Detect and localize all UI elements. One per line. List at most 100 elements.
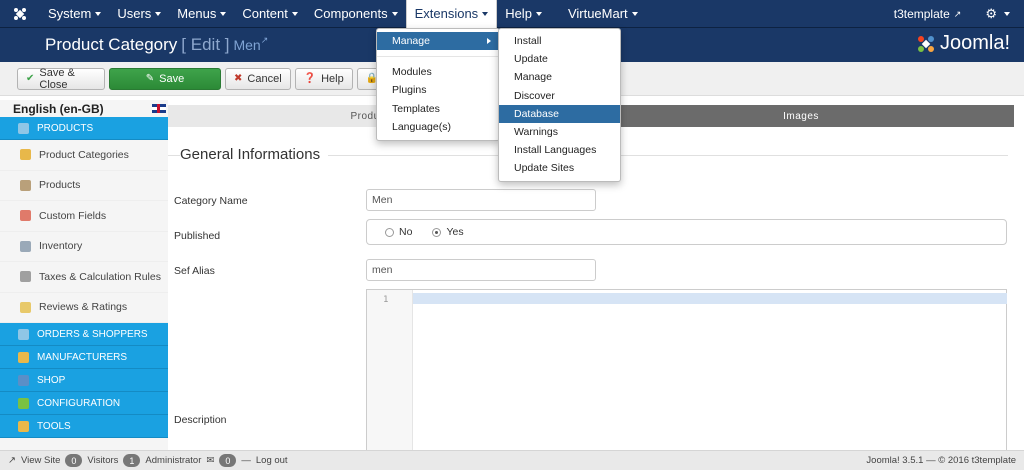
administrator-label: Administrator (145, 455, 202, 466)
products-icon (18, 122, 29, 134)
submenu-item-warnings[interactable]: Warnings (499, 123, 620, 141)
config-icon (18, 397, 29, 409)
sef-alias-label: Sef Alias (174, 265, 215, 277)
comments-icon (20, 301, 31, 313)
cancel-icon: ✖ (234, 73, 243, 84)
save-close-button[interactable]: ✔ Save & Close (17, 67, 105, 91)
joomla-logo-icon (917, 35, 934, 52)
caret-down-icon (482, 11, 489, 16)
caret-down-icon (95, 11, 102, 16)
check-icon: ✔ (26, 73, 35, 84)
status-footer: ↗ View Site 0 Visitors 1 Administrator ✉… (0, 450, 1024, 470)
menu-system[interactable]: System (40, 0, 109, 28)
joomla-logo-icon[interactable] (0, 0, 40, 28)
sidebar-section-tools[interactable]: TOOLS (0, 415, 168, 438)
caret-down-icon (220, 11, 227, 16)
tab-images[interactable]: Images (588, 105, 1014, 127)
category-name-input[interactable]: Men (366, 189, 596, 211)
sef-alias-input[interactable]: men (366, 259, 596, 281)
sidebar-section-orders[interactable]: ORDERS & SHOPPERS (0, 323, 168, 346)
published-no-option[interactable]: No (385, 226, 412, 238)
sidebar-item-product-categories[interactable]: Product Categories (0, 140, 168, 171)
folder-icon (20, 149, 31, 161)
published-radio-group: No Yes (366, 219, 1007, 245)
sidebar-item-reviews[interactable]: Reviews & Ratings (0, 293, 168, 323)
messages-badge: 0 (219, 454, 237, 467)
joomla-brand-logo: Joomla! (916, 32, 1010, 55)
caret-down-icon (155, 11, 162, 16)
caret-down-icon (535, 11, 542, 16)
submenu-item-install-languages[interactable]: Install Languages (499, 141, 620, 159)
radio-checked-icon (432, 227, 442, 237)
description-editor[interactable]: 1 (366, 289, 1007, 451)
cancel-button[interactable]: ✖ Cancel (225, 67, 291, 90)
menu-content[interactable]: Content (234, 0, 306, 28)
submenu-item-manage[interactable]: Manage (499, 68, 620, 86)
orders-icon (18, 328, 29, 340)
question-icon: ❓ (303, 73, 317, 84)
submenu-item-update-sites[interactable]: Update Sites (499, 159, 620, 177)
user-menu[interactable]: ⚙ (971, 6, 1024, 22)
language-indicator: English (en-GB) (0, 100, 168, 117)
menu-users[interactable]: Users (109, 0, 169, 28)
sidebar-item-inventory[interactable]: Inventory (0, 232, 168, 262)
gear-icon: ⚙ (985, 6, 997, 21)
menu-item-modules[interactable]: Modules (377, 63, 499, 81)
published-yes-option[interactable]: Yes (432, 226, 464, 238)
submenu-item-install[interactable]: Install (499, 32, 620, 50)
editor-active-line (413, 293, 1007, 304)
external-link-icon: ↗ (953, 8, 962, 19)
view-site-link[interactable]: View Site (21, 455, 60, 466)
menu-components[interactable]: Components (306, 0, 406, 28)
section-title: General Informations (180, 146, 329, 163)
visitors-badge: 0 (65, 454, 83, 467)
menu-virtuemart[interactable]: VirtueMart (560, 0, 646, 28)
submenu-item-database[interactable]: Database (499, 104, 620, 123)
caret-right-icon (487, 38, 491, 44)
envelope-icon[interactable]: ✉ (206, 455, 214, 466)
menu-item-templates[interactable]: Templates (377, 100, 499, 118)
manage-submenu: Install Update Manage Discover Database … (498, 28, 621, 182)
menu-menus[interactable]: Menus (169, 0, 234, 28)
save-button[interactable]: ✎ Save (109, 67, 221, 90)
category-name-label: Category Name (174, 195, 248, 207)
submenu-item-update[interactable]: Update (499, 50, 620, 68)
uk-flag-icon (152, 104, 166, 113)
sidebar-section-manufacturers[interactable]: MANUFACTURERS (0, 346, 168, 369)
shop-icon (18, 374, 29, 386)
extensions-dropdown: Manage Modules Plugins Templates Languag… (376, 28, 500, 141)
menu-help[interactable]: Help (497, 0, 550, 28)
caret-down-icon (391, 11, 398, 16)
external-link-icon: ↗ (8, 455, 16, 466)
site-link[interactable]: t3template ↗ (884, 7, 972, 21)
minus-icon: — (241, 455, 251, 466)
logout-link[interactable]: Log out (256, 455, 288, 466)
calculator-icon (20, 271, 31, 283)
caret-down-icon (1004, 12, 1010, 16)
visitors-label: Visitors (87, 455, 119, 466)
sidebar-item-products[interactable]: Products (0, 171, 168, 201)
menu-item-plugins[interactable]: Plugins (377, 81, 499, 99)
help-button[interactable]: ❓ Help (294, 67, 353, 90)
sidebar-item-taxes[interactable]: Taxes & Calculation Rules (0, 262, 168, 293)
sidebar-section-configuration[interactable]: CONFIGURATION (0, 392, 168, 415)
radio-unchecked-icon (385, 227, 394, 237)
editor-line-number: 1 (383, 295, 389, 305)
top-navbar: System Users Menus Content Components Ex… (0, 0, 1024, 28)
sidebar-section-products[interactable]: PRODUCTS (0, 117, 168, 140)
box-icon (20, 179, 31, 191)
edit-icon: ✎ (145, 73, 155, 84)
caret-down-icon (291, 11, 298, 16)
inventory-icon (20, 240, 31, 252)
sidebar: English (en-GB) PRODUCTS Product Categor… (0, 100, 168, 450)
menu-item-languages[interactable]: Language(s) (377, 118, 499, 136)
menu-extensions[interactable]: Extensions (405, 0, 498, 28)
menu-item-manage[interactable]: Manage (377, 32, 499, 51)
tools-icon (18, 420, 29, 432)
admin-badge: 1 (123, 454, 141, 467)
editor-gutter (367, 290, 413, 451)
sidebar-item-custom-fields[interactable]: Custom Fields (0, 201, 168, 232)
submenu-item-discover[interactable]: Discover (499, 87, 620, 105)
caret-down-icon (631, 11, 638, 16)
sidebar-section-shop[interactable]: SHOP (0, 369, 168, 392)
